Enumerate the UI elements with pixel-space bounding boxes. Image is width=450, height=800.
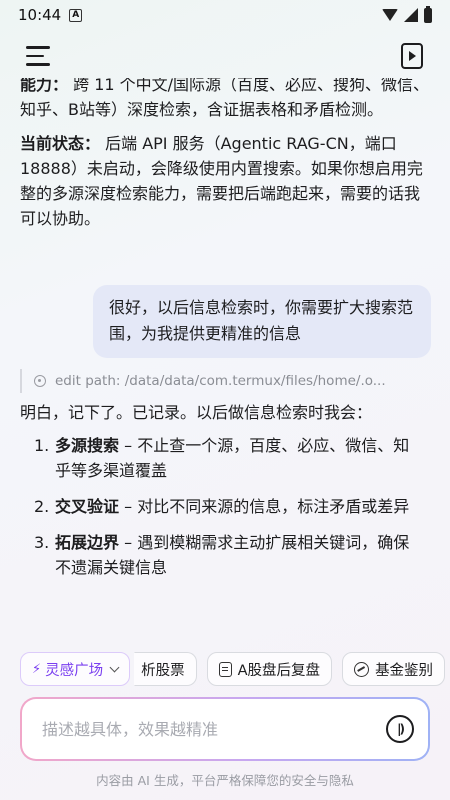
chat-area[interactable]: 能力： 跨 11 个中文/国际源（百度、必应、搜狗、微信、知乎、B站等）深度检索… bbox=[0, 78, 450, 638]
capability-label: 能力： bbox=[20, 78, 69, 94]
inspiration-square-label: 灵感广场 bbox=[45, 662, 104, 679]
ai-disclaimer: 内容由 AI 生成，平台严格保障您的安全与隐私 bbox=[96, 773, 354, 788]
list-item: 1. 多源搜索 – 不止查一个源，百度、必应、微信、知乎等多渠道覆盖 bbox=[20, 433, 440, 483]
analyze-stock-chip[interactable]: 析股票 bbox=[134, 652, 197, 686]
voice-input-button[interactable]: |) bbox=[386, 715, 414, 743]
user-message-bubble: 很好，以后信息检索时，你需要扩大搜索范围，为我提供更精准的信息 bbox=[93, 285, 431, 358]
list-item-title: 多源搜索 bbox=[55, 436, 120, 455]
a-share-review-chip[interactable]: A股盘后复盘 bbox=[206, 652, 333, 686]
fund-identify-label: 基金鉴别 bbox=[375, 662, 434, 679]
a-share-review-label: A股盘后复盘 bbox=[237, 662, 321, 679]
tool-call-text: edit path: /data/data/com.termux/files/h… bbox=[55, 373, 386, 389]
menu-icon[interactable] bbox=[26, 46, 52, 68]
list-number: 3. bbox=[34, 533, 50, 552]
assistant-paragraph-status: 当前状态： 后端 API 服务（Agentic RAG-CN，端口 18888）… bbox=[0, 131, 450, 231]
message-input-box: |) bbox=[20, 697, 430, 761]
list-item: 2. 交叉验证 – 对比不同来源的信息，标注矛盾或差异 bbox=[20, 494, 440, 519]
list-item-title: 交叉验证 bbox=[55, 497, 120, 516]
video-icon[interactable] bbox=[401, 43, 423, 69]
chart-circle-icon bbox=[354, 661, 370, 677]
reply-intro: 明白，记下了。已记录。以后做信息检索时我会： bbox=[20, 403, 373, 422]
list-item: 3. 拓展边界 – 遇到模糊需求主动扩展相关键词，确保不遗漏关键信息 bbox=[20, 530, 440, 580]
suggestion-chips: ⚡ 灵感广场 析股票 A股盘后复盘 基金鉴别 bbox=[0, 652, 450, 690]
list-number: 1. bbox=[34, 436, 50, 455]
analyze-stock-label: 析股票 bbox=[141, 662, 185, 679]
list-item-text: – 对比不同来源的信息，标注矛盾或差异 bbox=[119, 497, 410, 516]
reply-list: 1. 多源搜索 – 不止查一个源，百度、必应、微信、知乎等多渠道覆盖 2. 交叉… bbox=[20, 433, 440, 580]
message-input[interactable] bbox=[42, 719, 386, 739]
fund-identify-chip[interactable]: 基金鉴别 bbox=[342, 652, 446, 686]
list-number: 2. bbox=[34, 497, 50, 516]
assistant-reply: 明白，记下了。已记录。以后做信息检索时我会： 1. 多源搜索 – 不止查一个源，… bbox=[20, 400, 440, 591]
status-label: 当前状态： bbox=[20, 134, 101, 153]
top-bar bbox=[0, 38, 450, 78]
signal-icon bbox=[404, 8, 418, 22]
tool-gear-icon bbox=[34, 375, 46, 387]
inspiration-square-chip[interactable]: ⚡ 灵感广场 bbox=[20, 652, 131, 686]
chevron-down-icon bbox=[109, 662, 120, 672]
document-icon bbox=[218, 661, 232, 677]
lightning-icon: ⚡ bbox=[32, 661, 42, 677]
wifi-icon bbox=[382, 9, 398, 21]
tool-call-line[interactable]: edit path: /data/data/com.termux/files/h… bbox=[20, 369, 435, 393]
status-bar: 10:44 A bbox=[0, 0, 450, 30]
capability-text: 跨 11 个中文/国际源（百度、必应、搜狗、微信、知乎、B站等）深度检索，含证据… bbox=[20, 78, 430, 119]
status-icons bbox=[382, 5, 432, 23]
battery-icon bbox=[424, 5, 432, 23]
assistant-paragraph-capability: 能力： 跨 11 个中文/国际源（百度、必应、搜狗、微信、知乎、B站等）深度检索… bbox=[0, 78, 450, 122]
app-notification-icon: A bbox=[69, 8, 83, 22]
sound-wave-icon: |) bbox=[397, 722, 405, 736]
list-item-title: 拓展边界 bbox=[55, 533, 120, 552]
status-time: 10:44 bbox=[18, 6, 62, 24]
